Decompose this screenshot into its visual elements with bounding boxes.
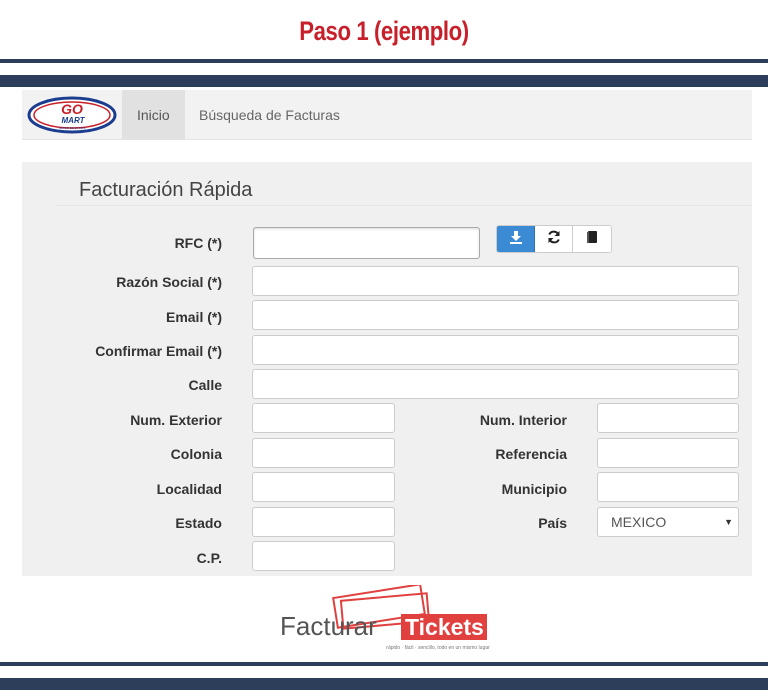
email-input[interactable] — [252, 300, 739, 330]
panel-title: Facturación Rápida — [79, 179, 253, 201]
calle-input[interactable] — [252, 369, 739, 399]
download-icon — [509, 230, 523, 249]
caret-down-icon: ▼ — [724, 517, 733, 527]
facturartickets-logo: Facturar Tickets rápido · fácil · sencil… — [270, 583, 500, 655]
book-button[interactable] — [573, 226, 611, 252]
book-icon — [585, 230, 599, 249]
confirmar-email-input[interactable] — [252, 335, 739, 365]
bottom-thin-band — [0, 662, 768, 666]
brand-text-facturar: Facturar — [280, 611, 377, 641]
facturacion-panel: Facturación Rápida RFC (*) Razón Social … — [22, 162, 752, 576]
cp-input[interactable] — [252, 541, 395, 571]
email-label: Email (*) — [165, 309, 222, 325]
rfc-button-group — [496, 225, 612, 253]
referencia-label: Referencia — [495, 446, 567, 462]
download-button[interactable] — [497, 226, 535, 252]
colonia-label: Colonia — [170, 446, 222, 462]
num-interior-label: Num. Interior — [479, 412, 567, 428]
estado-label: Estado — [175, 515, 222, 531]
logo-text-go: GO — [61, 101, 83, 117]
municipio-label: Municipio — [501, 481, 567, 497]
refresh-button[interactable] — [535, 226, 573, 252]
navbar: GO MART SUPER DE 24 HRS Inicio Búsqueda … — [22, 90, 752, 140]
pais-label: País — [538, 515, 567, 531]
pais-selected-value: MEXICO — [611, 514, 667, 530]
razon-social-label: Razón Social (*) — [116, 274, 222, 290]
refresh-icon — [547, 230, 561, 249]
num-exterior-label: Num. Exterior — [130, 412, 222, 428]
referencia-input[interactable] — [597, 438, 739, 468]
rfc-label: RFC (*) — [174, 235, 222, 251]
calle-label: Calle — [188, 377, 222, 393]
nav-item-busqueda-facturas[interactable]: Búsqueda de Facturas — [184, 90, 355, 140]
cp-label: C.P. — [196, 550, 222, 566]
gomart-logo[interactable]: GO MART SUPER DE 24 HRS — [27, 96, 117, 134]
logo-tagline: SUPER DE 24 HRS — [59, 126, 86, 130]
nav-item-inicio[interactable]: Inicio — [122, 90, 185, 140]
page: Paso 1 (ejemplo) GO MART SUPER DE 24 HRS… — [0, 0, 768, 694]
num-interior-input[interactable] — [597, 403, 739, 433]
localidad-label: Localidad — [156, 481, 222, 497]
municipio-input[interactable] — [597, 472, 739, 502]
confirmar-email-label: Confirmar Email (*) — [95, 343, 222, 359]
step-title: Paso 1 (ejemplo) — [299, 16, 469, 46]
top-thin-band — [0, 59, 768, 63]
bottom-thick-band — [0, 678, 768, 690]
logo-text-mart: MART — [62, 116, 86, 125]
top-thick-band — [0, 75, 768, 87]
rfc-input[interactable] — [253, 227, 480, 259]
pais-select[interactable]: MEXICO ▼ — [597, 507, 739, 537]
brand-text-tickets: Tickets — [405, 614, 484, 640]
razon-social-input[interactable] — [252, 266, 739, 296]
brand-tagline: rápido · fácil · sencillo, todo en un mi… — [386, 645, 490, 651]
panel-divider — [57, 205, 752, 206]
